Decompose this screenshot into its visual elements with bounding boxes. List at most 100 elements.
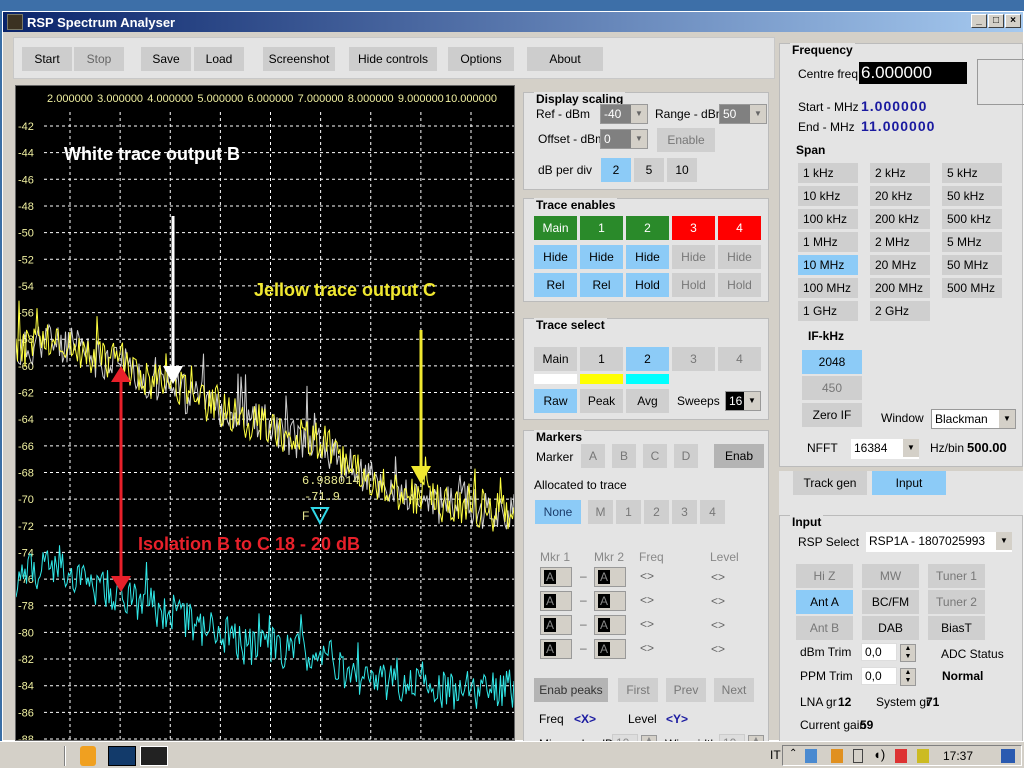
enable-peaks-button[interactable]: Enab peaks	[534, 678, 608, 702]
stop-button[interactable]: Stop	[74, 47, 124, 71]
span-5-khz[interactable]: 5 kHz	[942, 163, 1002, 183]
mode-avg-button[interactable]: Avg	[626, 389, 669, 413]
about-button[interactable]: About	[527, 47, 603, 71]
mode-raw-button[interactable]: Raw	[534, 389, 577, 413]
peak-first-button[interactable]: First	[618, 678, 658, 702]
ppm-trim-input[interactable]: 0,0 ▲ ▼	[861, 667, 916, 686]
language-indicator[interactable]: IT	[770, 748, 781, 762]
trace-mode-main[interactable]: Rel	[534, 273, 577, 297]
marker-a-button[interactable]: A	[581, 444, 605, 468]
trace-select-main[interactable]: Main	[534, 347, 577, 371]
span-100-mhz[interactable]: 100 MHz	[798, 278, 858, 298]
mkr2-select[interactable]: A	[594, 615, 626, 635]
span-20-khz[interactable]: 20 kHz	[870, 186, 930, 206]
trace-mode-4[interactable]: Hold	[718, 273, 761, 297]
speaker-icon[interactable]: ◖)	[873, 747, 885, 762]
load-button[interactable]: Load	[194, 47, 244, 71]
offset-enable-button[interactable]: Enable	[657, 128, 715, 152]
mkr2-select[interactable]: A	[594, 567, 626, 587]
zero-if-button[interactable]: Zero IF	[802, 403, 862, 427]
marker-b-button[interactable]: B	[612, 444, 636, 468]
trace-hide-2[interactable]: Hide	[626, 245, 669, 269]
trace-enable-2[interactable]: 2	[626, 216, 669, 240]
show-desktop-icon[interactable]	[1001, 749, 1015, 763]
mkr2-select[interactable]: A	[594, 591, 626, 611]
input-bc-fm-button[interactable]: BC/FM	[862, 590, 919, 614]
dbm-trim-input[interactable]: 0,0 ▲ ▼	[861, 643, 916, 662]
spectrum-analyser-taskbar-icon[interactable]	[140, 746, 168, 766]
span-20-mhz[interactable]: 20 MHz	[870, 255, 930, 275]
marker-c-button[interactable]: C	[643, 444, 667, 468]
alloc-4-button[interactable]: 4	[700, 500, 725, 524]
sweeps-select[interactable]: 16 ▼	[725, 391, 761, 411]
trace-select-1[interactable]: 1	[580, 347, 623, 371]
trace-enable-4[interactable]: 4	[718, 216, 761, 240]
power-icon[interactable]	[895, 749, 907, 763]
db-per-div-10[interactable]: 10	[667, 158, 697, 182]
span-5-mhz[interactable]: 5 MHz	[942, 232, 1002, 252]
span-2-mhz[interactable]: 2 MHz	[870, 232, 930, 252]
alloc-3-button[interactable]: 3	[672, 500, 697, 524]
file-explorer-icon[interactable]	[108, 746, 136, 766]
tab-track-gen[interactable]: Track gen	[793, 471, 867, 495]
span-10-khz[interactable]: 10 kHz	[798, 186, 858, 206]
input-biast-button[interactable]: BiasT	[928, 616, 985, 640]
span-1-mhz[interactable]: 1 MHz	[798, 232, 858, 252]
span-200-khz[interactable]: 200 kHz	[870, 209, 930, 229]
span-100-khz[interactable]: 100 kHz	[798, 209, 858, 229]
input-dab-button[interactable]: DAB	[862, 616, 919, 640]
input-tuner-2-button[interactable]: Tuner 2	[928, 590, 985, 614]
alloc-m-button[interactable]: M	[588, 500, 613, 524]
chevron-up-icon[interactable]: ⌃	[789, 748, 797, 759]
span-500-khz[interactable]: 500 kHz	[942, 209, 1002, 229]
tab-input[interactable]: Input	[872, 471, 946, 495]
trace-hide-main[interactable]: Hide	[534, 245, 577, 269]
rsp-select[interactable]: RSP1A - 1807025993 ▼	[866, 532, 1012, 552]
spinner-arrows-icon[interactable]: ▲▼	[900, 644, 916, 662]
window-select[interactable]: Blackman ▼	[931, 409, 1016, 429]
spinner-arrows-icon[interactable]: ▲▼	[900, 668, 916, 686]
maximize-button[interactable]: □	[988, 14, 1004, 28]
if-450-button[interactable]: 450	[802, 376, 862, 400]
input-tuner-1-button[interactable]: Tuner 1	[928, 564, 985, 588]
options-button[interactable]: Options	[448, 47, 514, 71]
span-50-khz[interactable]: 50 kHz	[942, 186, 1002, 206]
start-button[interactable]: Start	[22, 47, 72, 71]
peak-next-button[interactable]: Next	[714, 678, 754, 702]
mode-peak-button[interactable]: Peak	[580, 389, 623, 413]
close-button[interactable]: ×	[1005, 14, 1021, 28]
media-player-icon[interactable]	[80, 746, 96, 766]
span-2-ghz[interactable]: 2 GHz	[870, 301, 930, 321]
trace-hide-3[interactable]: Hide	[672, 245, 715, 269]
trace-mode-3[interactable]: Hold	[672, 273, 715, 297]
network-icon[interactable]	[805, 749, 817, 763]
trace-mode-1[interactable]: Rel	[580, 273, 623, 297]
span-500-mhz[interactable]: 500 MHz	[942, 278, 1002, 298]
trace-select-3[interactable]: 3	[672, 347, 715, 371]
marker-d-button[interactable]: D	[674, 444, 698, 468]
usb-icon[interactable]	[853, 749, 863, 763]
mkr1-select[interactable]: A	[540, 567, 572, 587]
span-2-khz[interactable]: 2 kHz	[870, 163, 930, 183]
centre-freq-input[interactable]: 6.000000	[859, 62, 967, 84]
screenshot-button[interactable]: Screenshot	[263, 47, 335, 71]
hide-controls-button[interactable]: Hide controls	[349, 47, 437, 71]
trace-hide-1[interactable]: Hide	[580, 245, 623, 269]
mkr2-select[interactable]: A	[594, 639, 626, 659]
mkr1-select[interactable]: A	[540, 615, 572, 635]
span-1-khz[interactable]: 1 kHz	[798, 163, 858, 183]
span-50-mhz[interactable]: 50 MHz	[942, 255, 1002, 275]
ref-select[interactable]: -40 ▼	[600, 104, 648, 124]
span-200-mhz[interactable]: 200 MHz	[870, 278, 930, 298]
trace-enable-main[interactable]: Main	[534, 216, 577, 240]
battery-warning-icon[interactable]	[917, 749, 929, 763]
input-ant-a-button[interactable]: Ant A	[796, 590, 853, 614]
trace-select-2[interactable]: 2	[626, 347, 669, 371]
input-hi-z-button[interactable]: Hi Z	[796, 564, 853, 588]
spectrum-plot[interactable]: -42 -44 -46 -48 -50 -52 -54 -56 -58 -60 -62 -64 -66-…	[15, 85, 515, 741]
app-tray-icon[interactable]	[831, 749, 843, 763]
input-mw-button[interactable]: MW	[862, 564, 919, 588]
db-per-div-5[interactable]: 5	[634, 158, 664, 182]
trace-select-4[interactable]: 4	[718, 347, 761, 371]
trace-hide-4[interactable]: Hide	[718, 245, 761, 269]
